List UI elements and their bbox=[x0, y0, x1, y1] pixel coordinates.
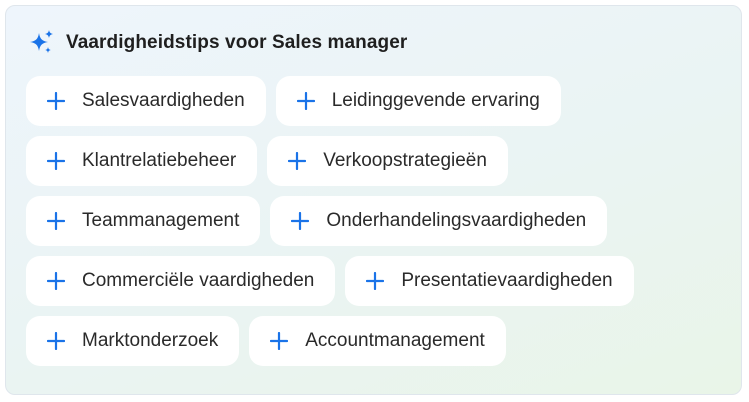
skill-chip-verkoopstrategieen[interactable]: Verkoopstrategieën bbox=[267, 136, 508, 186]
panel-header: Vaardigheidstips voor Sales manager bbox=[28, 28, 407, 58]
skill-chip-label: Accountmanagement bbox=[305, 330, 485, 351]
skill-chip-teammanagement[interactable]: Teammanagement bbox=[26, 196, 261, 246]
plus-icon bbox=[47, 272, 65, 290]
plus-icon bbox=[47, 152, 65, 170]
skill-chip-label: Commerciële vaardigheden bbox=[82, 270, 315, 291]
chip-row: Teammanagement Onderhandelingsvaardighed… bbox=[26, 196, 726, 246]
skill-chip-accountmanagement[interactable]: Accountmanagement bbox=[249, 316, 506, 366]
skill-chip-leidinggevende-ervaring[interactable]: Leidinggevende ervaring bbox=[275, 76, 561, 126]
chip-row: Marktonderzoek Accountmanagement bbox=[26, 316, 726, 366]
skill-chip-marktonderzoek[interactable]: Marktonderzoek bbox=[26, 316, 240, 366]
skill-chip-presentatievaardigheden[interactable]: Presentatievaardigheden bbox=[345, 256, 634, 306]
chip-row: Salesvaardigheden Leidinggevende ervarin… bbox=[26, 76, 726, 126]
skill-chip-label: Salesvaardigheden bbox=[82, 90, 245, 111]
panel-title: Vaardigheidstips voor Sales manager bbox=[66, 32, 408, 53]
plus-icon bbox=[47, 212, 65, 230]
plus-icon bbox=[47, 92, 65, 110]
plus-icon bbox=[291, 212, 310, 230]
skill-chip-salesvaardigheden[interactable]: Salesvaardigheden bbox=[26, 76, 266, 126]
plus-icon bbox=[366, 272, 385, 290]
skill-chip-label: Verkoopstrategieën bbox=[323, 150, 487, 171]
plus-icon bbox=[270, 332, 289, 350]
skill-chip-label: Onderhandelingsvaardigheden bbox=[326, 210, 587, 231]
plus-icon bbox=[296, 92, 315, 110]
chip-row: Klantrelatiebeheer Verkoopstrategieën bbox=[26, 136, 726, 186]
skill-chip-klantrelatiebeheer[interactable]: Klantrelatiebeheer bbox=[26, 136, 258, 186]
skill-chip-label: Leidinggevende ervaring bbox=[331, 90, 540, 111]
skill-chip-onderhandelingsvaardigheden[interactable]: Onderhandelingsvaardigheden bbox=[270, 196, 608, 246]
skill-chip-label: Klantrelatiebeheer bbox=[82, 150, 237, 171]
chip-row: Commerciële vaardigheden Presentatievaar… bbox=[26, 256, 726, 306]
skill-chip-list: Salesvaardigheden Leidinggevende ervarin… bbox=[26, 76, 726, 376]
plus-icon bbox=[47, 332, 65, 350]
skill-chip-label: Presentatievaardigheden bbox=[401, 270, 613, 291]
skill-tips-panel: Vaardigheidstips voor Sales manager Sale… bbox=[5, 5, 742, 395]
sparkle-icon bbox=[30, 30, 53, 53]
plus-icon bbox=[288, 152, 307, 170]
skill-chip-commerciele-vaardigheden[interactable]: Commerciële vaardigheden bbox=[26, 256, 336, 306]
skill-chip-label: Teammanagement bbox=[82, 210, 240, 231]
skill-chip-label: Marktonderzoek bbox=[82, 330, 219, 351]
